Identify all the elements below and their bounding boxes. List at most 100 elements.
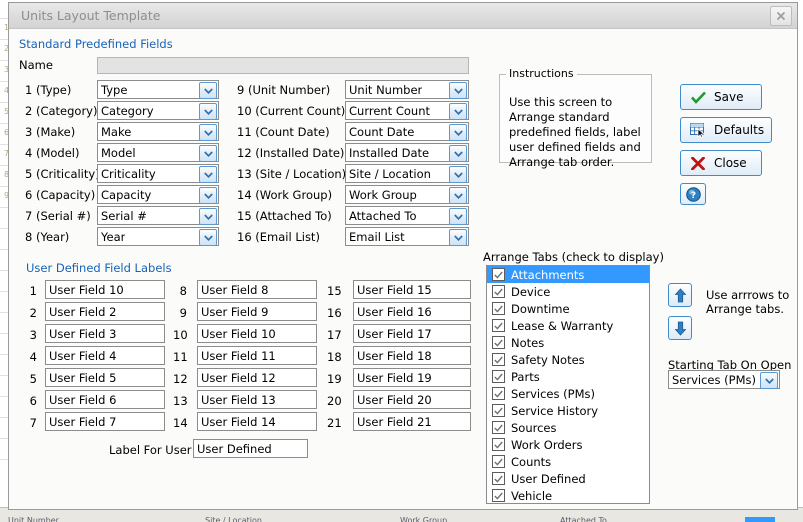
standard-field-right-combobox-2[interactable]: Current Count	[345, 101, 469, 120]
standard-field-left-combobox-7[interactable]: Serial #	[97, 206, 219, 225]
user-field-col1-number-6: 6	[29, 394, 37, 408]
arrange-tab-row[interactable]: User Defined	[487, 470, 649, 487]
chevron-down-icon[interactable]	[449, 208, 467, 225]
standard-field-left-combobox-1[interactable]: Type	[97, 80, 219, 99]
arrange-tab-row[interactable]: Vehicle	[487, 487, 649, 503]
arrange-tab-checkbox[interactable]	[492, 472, 505, 485]
chevron-down-icon[interactable]	[199, 208, 217, 225]
user-field-col3-input-18[interactable]: User Field 18	[353, 346, 471, 365]
arrange-tab-label: Service History	[511, 403, 599, 418]
chevron-down-icon[interactable]	[199, 103, 217, 120]
arrange-tab-checkbox[interactable]	[492, 438, 505, 451]
standard-field-left-combobox-3[interactable]: Make	[97, 122, 219, 141]
arrange-tab-checkbox[interactable]	[492, 319, 505, 332]
arrange-tab-checkbox[interactable]	[492, 455, 505, 468]
chevron-down-icon[interactable]	[449, 145, 467, 162]
standard-field-right-combobox-6[interactable]: Work Group	[345, 185, 469, 204]
arrange-tab-checkbox[interactable]	[492, 370, 505, 383]
arrange-tab-checkbox[interactable]	[492, 353, 505, 366]
user-field-col2-input-11[interactable]: User Field 11	[197, 346, 317, 365]
standard-field-right-combobox-5[interactable]: Site / Location	[345, 164, 469, 183]
standard-field-right-combobox-4[interactable]: Installed Date	[345, 143, 469, 162]
standard-field-left-combobox-6[interactable]: Capacity	[97, 185, 219, 204]
arrange-tab-row[interactable]: Lease & Warranty	[487, 317, 649, 334]
user-field-col1-input-4[interactable]: User Field 4	[45, 346, 165, 365]
standard-field-left-combobox-5[interactable]: Criticality	[97, 164, 219, 183]
standard-field-right-combobox-3[interactable]: Count Date	[345, 122, 469, 141]
defaults-button[interactable]: Defaults	[680, 117, 772, 143]
user-field-col2-number-10: 10	[173, 328, 188, 342]
standard-field-left-combobox-2[interactable]: Category	[97, 101, 219, 120]
user-field-col3-input-19[interactable]: User Field 19	[353, 368, 471, 387]
chevron-down-icon[interactable]	[199, 229, 217, 246]
standard-field-left-value-3: Make	[101, 125, 132, 139]
user-field-col1-input-1[interactable]: User Field 10	[45, 280, 165, 299]
standard-field-right-combobox-1[interactable]: Unit Number	[345, 80, 469, 99]
arrange-tab-checkbox[interactable]	[492, 421, 505, 434]
chevron-down-icon[interactable]	[199, 124, 217, 141]
standard-field-left-label-7: 7 (Serial #)	[25, 209, 91, 223]
user-field-col1-input-3[interactable]: User Field 3	[45, 324, 165, 343]
user-field-col2-input-10[interactable]: User Field 10	[197, 324, 317, 343]
user-field-col3-input-16[interactable]: User Field 16	[353, 302, 471, 321]
arrange-tab-row[interactable]: Device	[487, 283, 649, 300]
arrange-tab-checkbox[interactable]	[492, 336, 505, 349]
user-field-col2-input-13[interactable]: User Field 13	[197, 390, 317, 409]
arrange-tab-row[interactable]: Counts	[487, 453, 649, 470]
chevron-down-icon[interactable]	[449, 229, 467, 246]
arrange-tabs-list[interactable]: Attachments Device Downtime Lease & Warrant…	[486, 265, 650, 504]
user-field-col1-input-5[interactable]: User Field 5	[45, 368, 165, 387]
user-field-col1-input-6[interactable]: User Field 6	[45, 390, 165, 409]
chevron-down-icon[interactable]	[760, 372, 778, 389]
standard-field-right-label-8: 16 (Email List)	[237, 230, 320, 244]
save-button[interactable]: Save	[680, 84, 762, 110]
chevron-down-icon[interactable]	[199, 187, 217, 204]
arrange-tab-row[interactable]: Safety Notes	[487, 351, 649, 368]
chevron-down-icon[interactable]	[199, 166, 217, 183]
instructions-text: Use this screen to Arrange standard pred…	[509, 95, 641, 169]
standard-field-right-combobox-7[interactable]: Attached To	[345, 206, 469, 225]
arrange-tab-row[interactable]: Attachments	[487, 266, 649, 283]
arrange-tab-checkbox[interactable]	[492, 387, 505, 400]
standard-field-left-combobox-8[interactable]: Year	[97, 227, 219, 246]
arrange-tab-row[interactable]: Parts	[487, 368, 649, 385]
chevron-down-icon[interactable]	[449, 103, 467, 120]
arrange-tab-row[interactable]: Service History	[487, 402, 649, 419]
user-field-col3-input-17[interactable]: User Field 17	[353, 324, 471, 343]
arrange-tab-checkbox[interactable]	[492, 404, 505, 417]
window-close-button[interactable]	[770, 6, 792, 26]
user-field-col3-input-21[interactable]: User Field 21	[353, 412, 471, 431]
arrange-tab-row[interactable]: Downtime	[487, 300, 649, 317]
close-x-icon	[776, 11, 786, 21]
help-button[interactable]: ?	[680, 183, 706, 205]
standard-field-left-combobox-4[interactable]: Model	[97, 143, 219, 162]
user-field-col2-input-14[interactable]: User Field 14	[197, 412, 317, 431]
arrange-tab-checkbox[interactable]	[492, 285, 505, 298]
chevron-down-icon[interactable]	[199, 145, 217, 162]
move-tab-down-button[interactable]	[668, 316, 692, 340]
chevron-down-icon[interactable]	[449, 124, 467, 141]
arrange-tab-checkbox[interactable]	[492, 302, 505, 315]
chevron-down-icon[interactable]	[449, 187, 467, 204]
arrange-tab-checkbox[interactable]	[492, 268, 505, 281]
user-field-col2-input-12[interactable]: User Field 12	[197, 368, 317, 387]
arrange-tab-row[interactable]: Notes	[487, 334, 649, 351]
chevron-down-icon[interactable]	[449, 166, 467, 183]
arrange-tab-row[interactable]: Sources	[487, 419, 649, 436]
user-field-col1-input-7[interactable]: User Field 7	[45, 412, 165, 431]
user-field-col3-input-20[interactable]: User Field 20	[353, 390, 471, 409]
arrange-tab-row[interactable]: Services (PMs)	[487, 385, 649, 402]
user-field-col3-input-15[interactable]: User Field 15	[353, 280, 471, 299]
standard-field-right-combobox-8[interactable]: Email List	[345, 227, 469, 246]
user-field-col1-input-2[interactable]: User Field 2	[45, 302, 165, 321]
close-button[interactable]: Close	[680, 150, 762, 176]
arrange-tab-checkbox[interactable]	[492, 489, 505, 502]
chevron-down-icon[interactable]	[199, 82, 217, 99]
move-tab-up-button[interactable]	[668, 283, 692, 307]
chevron-down-icon[interactable]	[449, 82, 467, 99]
user-field-col2-input-8[interactable]: User Field 8	[197, 280, 317, 299]
user-defined-tab-input[interactable]: User Defined	[193, 439, 308, 458]
user-field-col2-input-9[interactable]: User Field 9	[197, 302, 317, 321]
arrange-tab-row[interactable]: Work Orders	[487, 436, 649, 453]
starting-tab-combobox[interactable]: Services (PMs)	[668, 370, 780, 389]
